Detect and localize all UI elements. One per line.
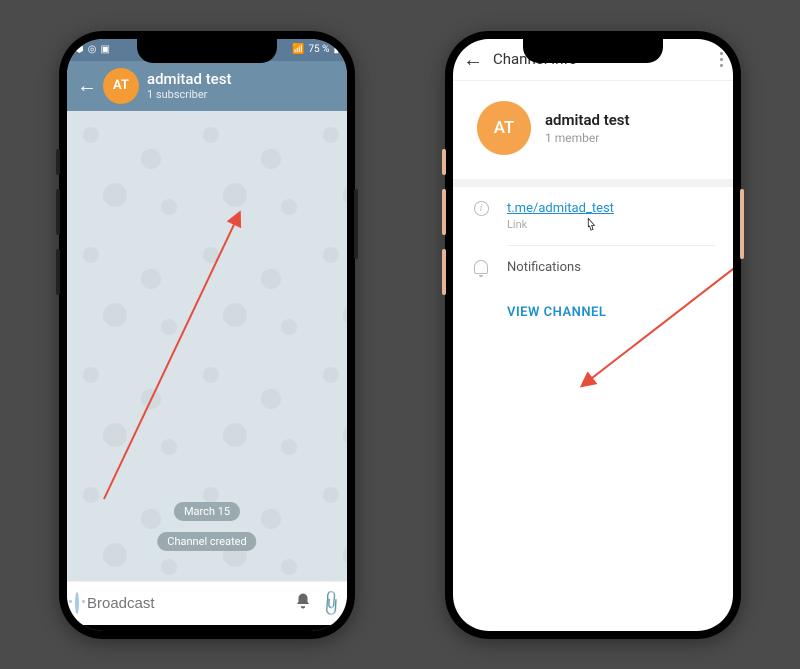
page-title: Channel Info	[493, 50, 577, 68]
screen-right: ← Channel Info AT admitad test 1 member …	[453, 39, 733, 631]
date-pill: March 15	[174, 502, 240, 521]
channel-profile: AT admitad test 1 member	[453, 81, 733, 179]
more-options-icon[interactable]	[720, 58, 723, 61]
attach-icon[interactable]: 📎	[316, 588, 347, 619]
android-navbar	[67, 625, 347, 631]
status-bar: ⬢ ◎ ▣ 📶 75 % ▮	[67, 39, 347, 61]
status-icon: ▣	[100, 45, 109, 55]
divider	[453, 179, 733, 187]
channel-header-text[interactable]: admitad test 1 subscriber	[147, 70, 231, 101]
channel-title: admitad test	[147, 70, 231, 88]
link-row[interactable]: i t.me/admitad_test Link	[453, 187, 733, 245]
notifications-row[interactable]: Notifications	[453, 246, 733, 289]
view-channel-button[interactable]: VIEW CHANNEL	[453, 289, 733, 336]
channel-profile-text: admitad test 1 member	[545, 111, 630, 145]
channel-members: 1 member	[545, 131, 630, 145]
battery-icon: ▮	[333, 45, 339, 55]
status-icon: ◎	[88, 45, 97, 55]
battery-text: 75 %	[308, 45, 329, 55]
chat-area[interactable]: March 15 Channel created	[67, 111, 347, 581]
bell-icon	[471, 260, 491, 274]
channel-link[interactable]: t.me/admitad_test	[507, 201, 614, 216]
emoji-icon[interactable]	[75, 592, 79, 614]
system-message: Channel created	[157, 532, 256, 551]
compose-bar: 📎	[67, 581, 347, 625]
channel-subtitle: 1 subscriber	[147, 88, 231, 101]
phone-left: ⬢ ◎ ▣ 📶 75 % ▮ ← AT admitad test 1 subsc…	[59, 31, 355, 639]
bell-icon[interactable]	[294, 592, 312, 615]
channel-name: admitad test	[545, 111, 630, 129]
info-icon: i	[471, 201, 491, 216]
back-arrow-icon[interactable]: ←	[463, 47, 483, 72]
status-icon: ⬢	[75, 45, 84, 55]
phone-right: ← Channel Info AT admitad test 1 member …	[445, 31, 741, 639]
broadcast-input[interactable]	[87, 595, 286, 612]
channel-info-header: ← Channel Info	[453, 39, 733, 81]
channel-avatar[interactable]: AT	[477, 101, 531, 155]
screen-left: ⬢ ◎ ▣ 📶 75 % ▮ ← AT admitad test 1 subsc…	[67, 39, 347, 631]
annotation-arrow	[99, 204, 254, 504]
back-arrow-icon[interactable]: ←	[77, 73, 95, 98]
signal-icon: 📶	[292, 45, 304, 55]
channel-header[interactable]: ← AT admitad test 1 subscriber	[67, 61, 347, 111]
notifications-label: Notifications	[507, 260, 581, 275]
link-label: Link	[507, 218, 614, 231]
channel-avatar[interactable]: AT	[103, 68, 139, 104]
